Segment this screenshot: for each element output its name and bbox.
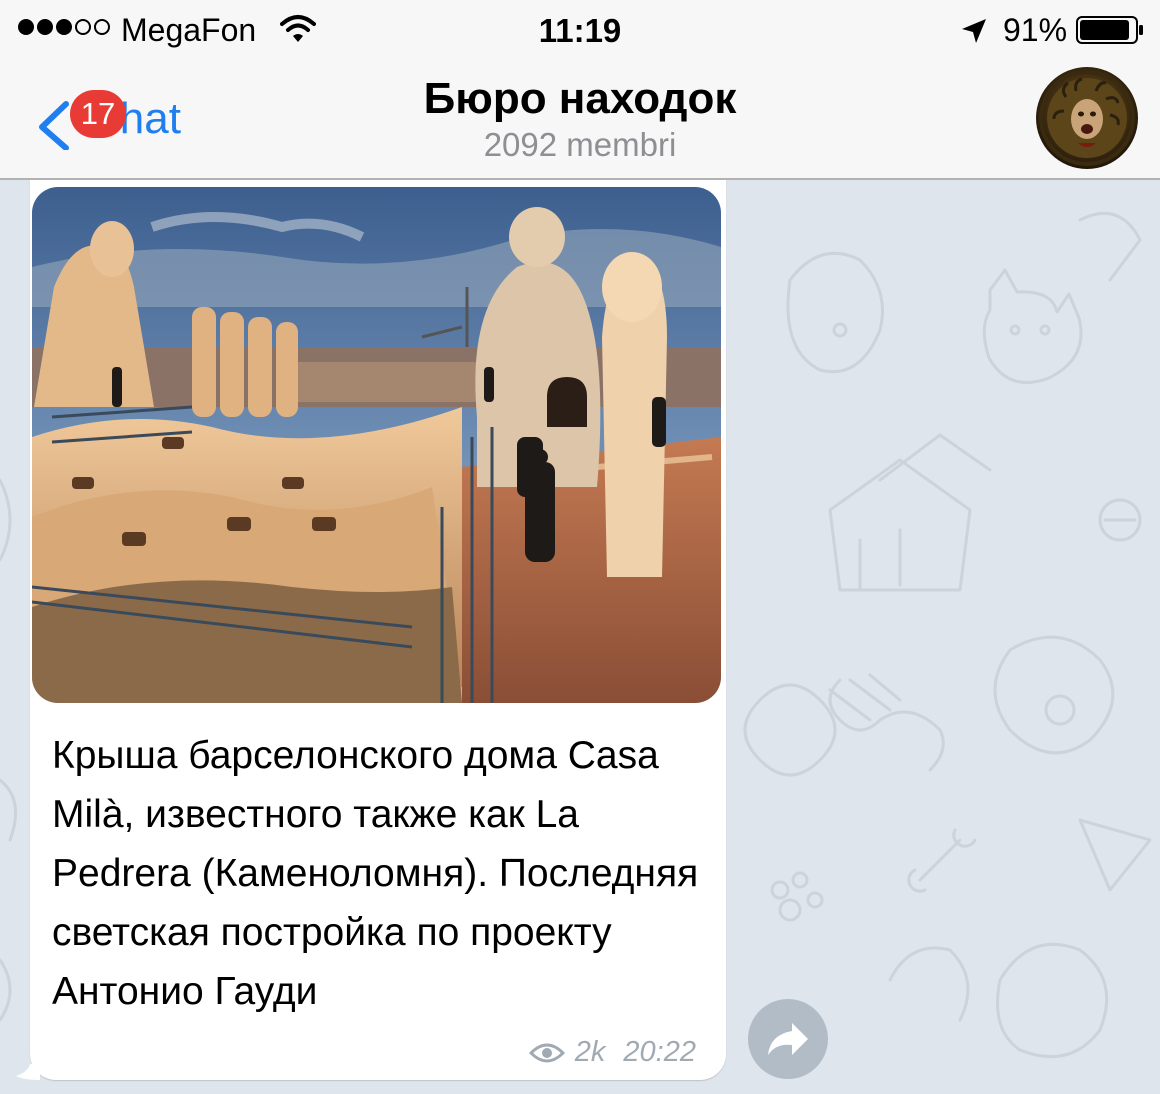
- carrier-name: MegaFon: [121, 12, 257, 48]
- signal-dot: [18, 19, 34, 35]
- status-bar: MegaFon 11:19 91%: [0, 0, 1160, 60]
- channel-avatar[interactable]: [1036, 67, 1138, 169]
- share-arrow-icon: [768, 1023, 808, 1055]
- location-arrow-icon: [962, 19, 986, 43]
- signal-dot: [75, 19, 91, 35]
- message-bubble[interactable]: Крыша барселонского дома Casa Milà, изве…: [16, 180, 726, 1080]
- chat-area[interactable]: Крыша барселонского дома Casa Milà, изве…: [0, 180, 1160, 1094]
- message-photo[interactable]: [32, 187, 721, 703]
- eye-icon: [528, 1043, 565, 1062]
- view-count: 2k: [574, 1036, 606, 1068]
- message-time: 20:22: [623, 1036, 696, 1068]
- wifi-icon: [280, 15, 316, 42]
- signal-dot: [37, 19, 53, 35]
- signal-dot: [56, 19, 72, 35]
- message-caption: Крыша барселонского дома Casa Milà, изве…: [52, 734, 699, 1013]
- casa-mila-rooftop-photo: [32, 187, 721, 703]
- chat-title[interactable]: Бюро находок: [0, 74, 1160, 124]
- battery-icon: [1076, 16, 1143, 44]
- bubble-tail: [16, 1064, 40, 1080]
- signal-strength-indicator: [18, 19, 110, 35]
- member-count: 2092 membri: [483, 126, 677, 163]
- forward-button[interactable]: [748, 999, 828, 1079]
- medusa-shield-image: [1039, 70, 1135, 166]
- message-meta: 2k 20:22: [528, 1036, 696, 1069]
- battery-percentage: 91%: [1003, 12, 1068, 48]
- signal-dot: [94, 19, 110, 35]
- navigation-bar: Chat 17 Бюро находок 2092 membri: [0, 60, 1160, 180]
